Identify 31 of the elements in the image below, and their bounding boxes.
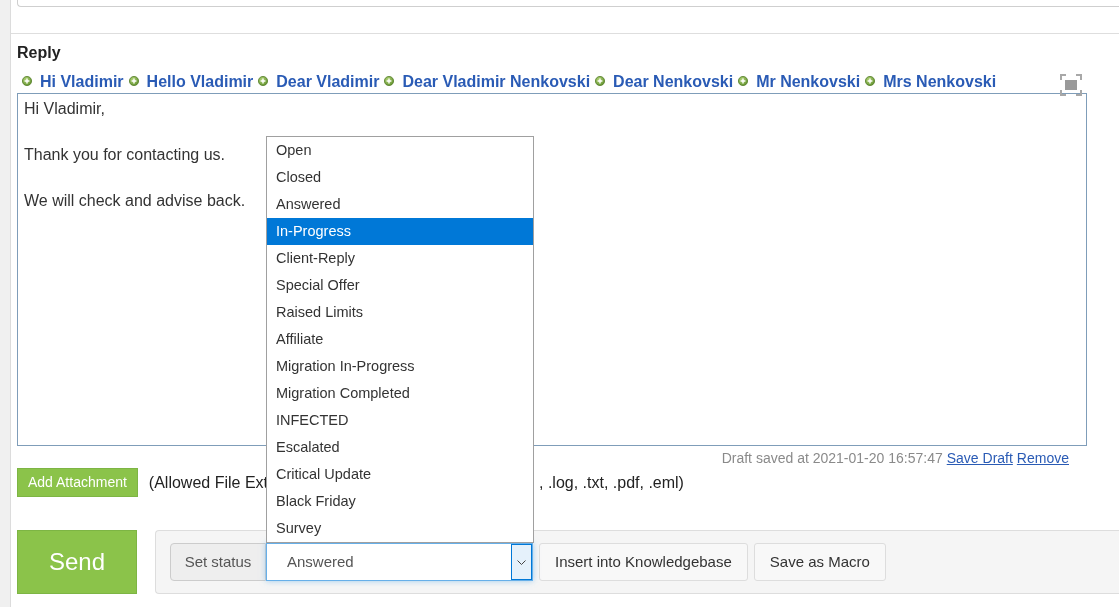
plus-circle-icon bbox=[595, 76, 606, 86]
greeting-link[interactable]: Dear Vladimir Nenkovski bbox=[402, 71, 591, 91]
greeting-link[interactable]: Dear Nenkovski bbox=[613, 71, 734, 91]
plus-circle-icon bbox=[128, 76, 139, 86]
greeting-link[interactable]: Dear Vladimir bbox=[276, 71, 380, 91]
section-title: Reply bbox=[17, 43, 61, 62]
greeting-link[interactable]: Hi Vladimir bbox=[40, 71, 124, 91]
plus-circle-icon bbox=[738, 76, 749, 86]
plus-circle-icon bbox=[258, 76, 269, 86]
chevron-down-icon bbox=[511, 544, 532, 580]
draft-status: Draft saved at 2021-01-20 16:57:47 bbox=[721, 450, 943, 466]
plus-circle-icon bbox=[384, 76, 395, 86]
expand-icon[interactable] bbox=[1060, 74, 1082, 96]
message-text: Hi Vladimir, bbox=[24, 99, 105, 119]
toolbar-button[interactable]: Save as Macro bbox=[753, 543, 886, 581]
dropdown-option[interactable]: In-Progress bbox=[267, 218, 533, 245]
plus-circle-icon bbox=[22, 76, 32, 86]
greeting-link[interactable]: Mr Nenkovski bbox=[756, 71, 861, 91]
greeting-link[interactable]: Mrs Nenkovski bbox=[883, 71, 997, 91]
plus-circle-icon bbox=[865, 76, 876, 86]
draft-link[interactable]: Remove bbox=[1016, 450, 1069, 466]
message-text: We will check and advise back. bbox=[24, 191, 246, 211]
status-select[interactable]: Answered bbox=[266, 543, 533, 581]
greeting-link[interactable]: Hello Vladimir bbox=[146, 71, 254, 91]
input-field[interactable] bbox=[17, 0, 1119, 7]
message-text: Thank you for contacting us. bbox=[24, 145, 225, 165]
status-label: Set status bbox=[170, 543, 266, 581]
allowed-extensions-text: (Allowed File Ext bbox=[148, 473, 268, 492]
allowed-extensions-text: , .log, .txt, .pdf, .eml) bbox=[539, 473, 684, 492]
draft-link[interactable]: Save Draft bbox=[946, 450, 1013, 466]
toolbar-button[interactable]: Insert into Knowledgebase bbox=[539, 543, 748, 581]
